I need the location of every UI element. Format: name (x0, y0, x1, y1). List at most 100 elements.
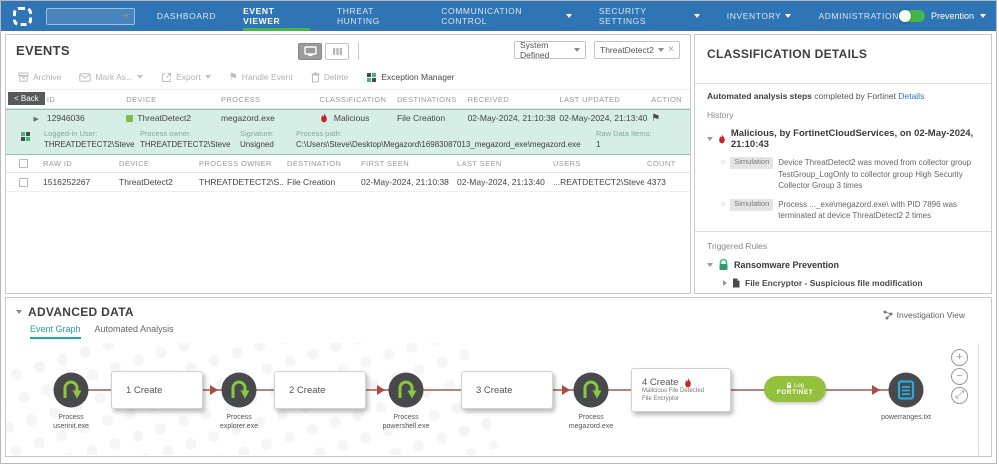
process-node-explorer[interactable] (220, 371, 258, 409)
tab-automated-analysis[interactable]: Automated Analysis (95, 324, 174, 339)
signature-label: Signature: (240, 129, 296, 138)
file-node-powerranges[interactable] (887, 371, 925, 409)
nav-threat-hunting[interactable]: THREAT HUNTING (337, 1, 414, 31)
event-search-input[interactable]: ThreatDetect2 × (594, 41, 680, 59)
event-row[interactable]: ▶ 12946036 ThreatDetect2 megazord.exe Ma… (6, 110, 690, 126)
organization-select[interactable] (46, 8, 135, 25)
rule-group-ransomware[interactable]: Ransomware Prevention (707, 259, 979, 271)
back-button[interactable]: < Back (8, 92, 45, 105)
columns-icon (332, 46, 343, 57)
process-view-button[interactable] (325, 43, 349, 60)
nav-event-viewer[interactable]: EVENT VIEWER (243, 1, 310, 31)
rule-file-encryptor[interactable]: File Encryptor - Suspicious file modific… (723, 278, 979, 288)
collapse-section-icon[interactable] (16, 310, 22, 314)
chevron-down-icon (574, 48, 580, 52)
clear-search-icon[interactable]: × (668, 45, 674, 55)
col-raw-id[interactable]: RAW ID (40, 159, 116, 168)
handle-event-button[interactable]: ⚑ Handle Event (229, 72, 293, 83)
col-last-updated[interactable]: LAST UPDATED (555, 95, 647, 104)
nav-security-settings[interactable]: SECURITY SETTINGS (599, 1, 700, 31)
edge-box-1-create[interactable]: 1 Create (111, 371, 203, 409)
events-table-header: ID DEVICE PROCESS CLASSIFICATION DESTINA… (6, 90, 690, 109)
log-action-badge[interactable]: Log FORTINET (764, 376, 826, 402)
edge-sub-label: File Encryptor (642, 396, 679, 404)
edge-box-4-create[interactable]: 4 Create Malicious File Detected File En… (631, 368, 731, 412)
graph-zoom-controls: + − ⤢ (951, 349, 968, 404)
chevron-down-icon[interactable] (707, 137, 713, 141)
node-label: Processuserinit.exe (26, 413, 116, 431)
history-header[interactable]: Malicious, by FortinetCloudServices, on … (707, 128, 979, 150)
process-node-megazord[interactable] (572, 371, 610, 409)
process-node-userinit[interactable] (52, 371, 90, 409)
col-destinations[interactable]: DESTINATIONS (393, 95, 464, 104)
nav-communication-control[interactable]: COMMUNICATION CONTROL (441, 1, 572, 31)
zoom-in-button[interactable]: + (951, 349, 968, 366)
mark-as-button[interactable]: Mark As... (79, 72, 143, 82)
device-view-button[interactable] (298, 43, 322, 60)
details-link[interactable]: Details (898, 91, 924, 101)
col-raw-users[interactable]: USERS (550, 159, 644, 168)
edge-box-3-create[interactable]: 3 Create (461, 371, 553, 409)
col-action[interactable]: ACTION (647, 95, 690, 104)
exception-manager-button[interactable]: Exception Manager (366, 72, 454, 83)
chevron-down-icon[interactable] (137, 75, 143, 79)
edge-label: 2 Create (289, 385, 325, 396)
expand-row-icon[interactable]: ▶ (34, 116, 39, 123)
view-toggles (298, 42, 359, 60)
nav-label: DASHBOARD (157, 11, 216, 21)
event-graph-canvas[interactable]: Processuserinit.exe 1 Create Processexpl… (6, 343, 979, 455)
delete-label: Delete (324, 72, 349, 82)
raw-data-row[interactable]: 1516252267 ThreatDetect2 THREATDETECT2\S… (6, 173, 690, 192)
col-received[interactable]: RECEIVED (464, 95, 556, 104)
raw-table-header: RAW ID DEVICE PROCESS OWNER DESTINATION … (6, 155, 690, 173)
action-flag-icon[interactable]: ⚑ (651, 113, 660, 124)
lock-icon (786, 382, 792, 389)
chevron-down-icon (785, 14, 791, 18)
col-raw-last-seen[interactable]: LAST SEEN (454, 159, 550, 168)
col-raw-process-owner[interactable]: PROCESS OWNER (196, 159, 284, 168)
zoom-fit-button[interactable]: ⤢ (951, 387, 968, 404)
investigation-view-label: Investigation View (897, 310, 965, 320)
col-id[interactable]: ID (43, 95, 122, 104)
col-raw-first-seen[interactable]: FIRST SEEN (358, 159, 454, 168)
process-owner-value: THREATDETECT2\Steve (140, 140, 240, 149)
exception-manager-label: Exception Manager (381, 72, 454, 82)
col-process[interactable]: PROCESS (217, 95, 316, 104)
chevron-down-icon[interactable] (707, 263, 713, 267)
export-button[interactable]: Export (161, 72, 211, 83)
node-label: powerranges.txt (861, 413, 951, 422)
delete-button[interactable]: Delete (311, 72, 349, 83)
tab-event-graph[interactable]: Event Graph (30, 324, 81, 339)
chevron-down-icon[interactable] (205, 75, 211, 79)
edge-box-2-create[interactable]: 2 Create (274, 371, 366, 409)
event-classification: Malicious (334, 113, 369, 123)
investigation-view-button[interactable]: Investigation View (883, 310, 965, 320)
malicious-flame-icon (684, 378, 692, 388)
col-device[interactable]: DEVICE (122, 95, 217, 104)
col-raw-count[interactable]: COUNT (644, 159, 688, 168)
nav-administration[interactable]: ADMINISTRATION (818, 1, 899, 31)
zoom-out-button[interactable]: − (951, 368, 968, 385)
chevron-down-icon[interactable] (658, 48, 664, 52)
row-checkbox[interactable] (19, 178, 28, 187)
export-icon (161, 72, 172, 83)
col-raw-destination[interactable]: DESTINATION (284, 159, 358, 168)
archive-label: Archive (33, 72, 61, 82)
select-all-checkbox[interactable] (19, 159, 28, 168)
col-classification[interactable]: CLASSIFICATION (316, 95, 393, 104)
exception-grid-icon[interactable] (20, 131, 31, 142)
nav-inventory[interactable]: INVENTORY (727, 1, 792, 31)
arrowhead-icon (377, 385, 385, 395)
chevron-down-icon[interactable] (980, 14, 986, 18)
badge-line1: Log (794, 383, 804, 389)
process-node-powershell[interactable] (387, 371, 425, 409)
chevron-right-icon[interactable] (723, 280, 727, 286)
archive-button[interactable]: Archive (18, 72, 61, 82)
saved-filter-select[interactable]: System Defined (514, 41, 586, 59)
raw-last-seen: 02-May-2024, 21:13:40 (454, 177, 550, 187)
col-raw-device[interactable]: DEVICE (116, 159, 196, 168)
prevention-toggle[interactable] (899, 10, 925, 22)
nav-dashboard[interactable]: DASHBOARD (157, 1, 216, 31)
edge-label: 1 Create (126, 385, 162, 396)
archive-icon (18, 72, 29, 82)
